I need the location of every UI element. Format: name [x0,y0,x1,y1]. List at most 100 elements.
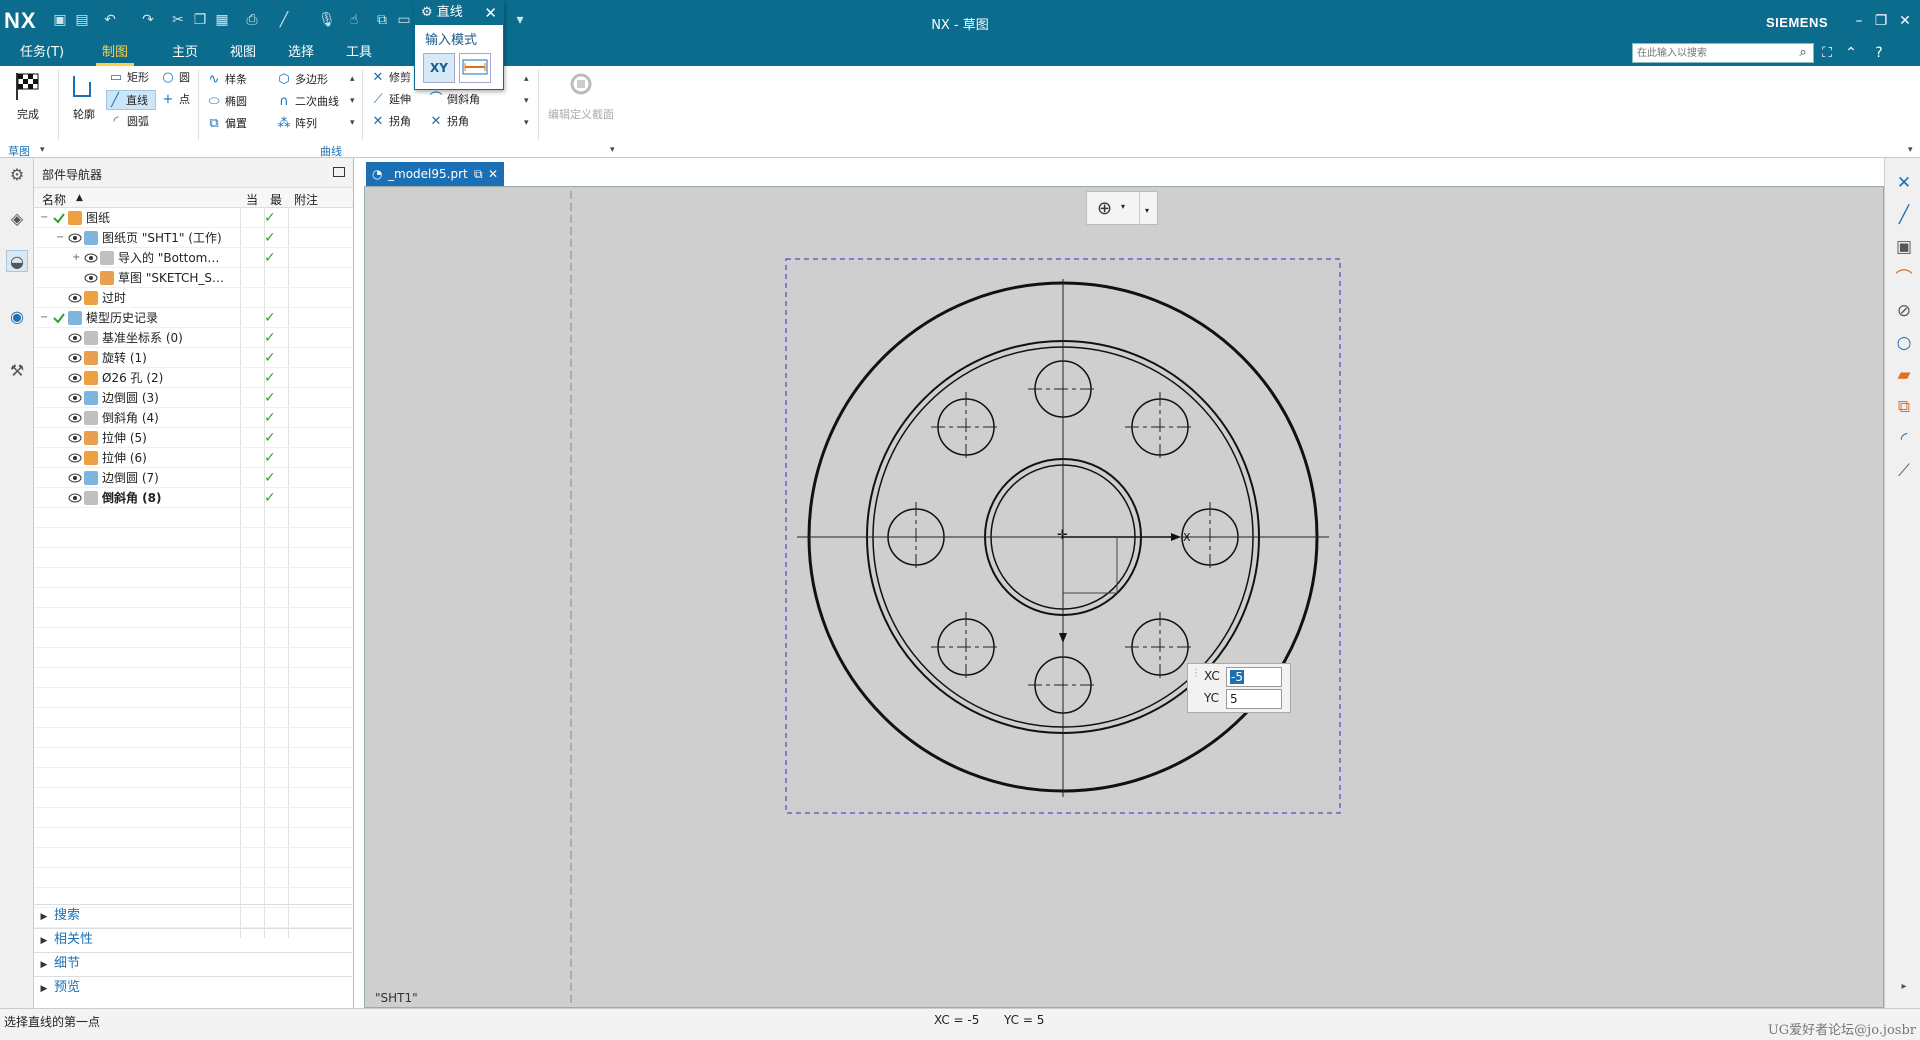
group-dropdown-icon[interactable]: ▾ [610,145,615,155]
tree-row[interactable]: 旋转 (1) ✓ [34,348,352,368]
dropdown-icon[interactable]: ▾ [1121,202,1125,211]
circle-button[interactable]: ○ 圆 [160,68,190,88]
extrude-icon[interactable]: ▰ [1893,364,1915,386]
scroll-up-icon[interactable]: ▴ [524,74,529,84]
tree-row[interactable]: 拉伸 (5) ✓ [34,428,352,448]
visibility-eye-icon[interactable] [68,411,82,425]
conic-button[interactable]: ∩ 二次曲线 [276,92,339,112]
part-navigator-icon[interactable]: ◒ [6,250,28,272]
close-window-icon[interactable]: ✕ [1896,12,1914,30]
navigator-section[interactable]: ▶ 相关性 [34,928,352,952]
visibility-eye-icon[interactable] [68,391,82,405]
collapse-icon[interactable]: − [40,208,48,228]
view-popup[interactable]: ⊕ ▾ ▾ [1086,191,1158,226]
column-current[interactable]: 当 [246,191,258,208]
expand-icon[interactable]: + [72,248,80,268]
navigator-section[interactable]: ▶ 搜索 [34,904,352,928]
check-icon[interactable] [52,211,66,225]
drawing-canvas[interactable]: X ✛ [365,187,1885,1009]
trim-icon[interactable]: ✕ [1893,172,1915,194]
gear-icon[interactable]: ⚙ [421,5,433,20]
visibility-eye-icon[interactable] [84,271,98,285]
column-latest[interactable]: 最 [270,191,282,208]
scroll-down-icon[interactable]: ▾ [350,96,355,106]
arc-button[interactable]: ◜ 圆弧 [108,112,149,132]
search-icon[interactable]: ⌕ [1793,43,1813,63]
scroll-up-icon[interactable]: ▴ [350,74,355,84]
document-tab[interactable]: ◔ _model95.prt ⧉ ✕ [366,162,504,186]
tree-row[interactable]: 过时 [34,288,352,308]
collapse-icon[interactable]: − [40,308,48,328]
offset-icon[interactable]: ⧉ [1893,396,1915,418]
column-comment[interactable]: 附注 [294,191,318,208]
group-dropdown-icon[interactable]: ▾ [40,145,45,155]
reuse-library-icon[interactable]: ⚒ [6,360,28,382]
minimize-icon[interactable]: – [1850,12,1868,30]
save-sketch-icon[interactable]: ▣ [1893,236,1915,258]
ellipse-button[interactable]: ⬭ 椭圆 [206,92,247,112]
visibility-eye-icon[interactable] [68,451,82,465]
rail-scroll-icon[interactable]: ▸ [1893,976,1915,998]
parameter-mode-button[interactable] [459,53,491,83]
line-dialog-header[interactable]: ⚙ 直线 ✕ [415,1,503,25]
tree-row[interactable]: 草图 "SKETCH_S… [34,268,352,288]
maximize-icon[interactable] [333,167,345,177]
ribbon-options-icon[interactable]: ▾ [1908,145,1913,155]
circle-icon[interactable]: ○ [1893,332,1915,354]
visibility-eye-icon[interactable] [84,251,98,265]
tab-view[interactable]: 视图 [224,44,262,66]
search-input[interactable] [1632,43,1814,63]
tree-row[interactable]: 倒斜角 (8) ✓ [34,488,352,508]
split-icon[interactable]: ⟋ [1893,460,1915,482]
visibility-eye-icon[interactable] [68,351,82,365]
spline-button[interactable]: ∿ 样条 [206,70,247,90]
chamfer-button[interactable]: ⌒ 倒斜角 [428,90,480,110]
tree-row[interactable]: − 模型历史记录 ✓ [34,308,352,328]
tree-row[interactable]: Ø26 孔 (2) ✓ [34,368,352,388]
profile-button[interactable]: 轮廓 [66,70,102,122]
point-button[interactable]: + 点 [160,90,190,110]
drag-handle-icon[interactable]: ⋮ [1191,668,1201,679]
dropdown-icon[interactable]: ▾ [1145,206,1149,215]
offset-button[interactable]: ⧉ 偏置 [206,114,247,134]
arc-icon[interactable]: ◜ [1893,428,1915,450]
xy-mode-button[interactable]: XY [423,53,455,83]
settings-gear-icon[interactable]: ⚙ [6,164,28,186]
gallery-more-icon[interactable]: ▾ [524,118,529,128]
xc-input[interactable]: -5 [1226,667,1282,687]
line-icon[interactable]: ╱ [1893,204,1915,226]
tangent-circle-icon[interactable]: ⊘ [1893,300,1915,322]
yc-input[interactable]: 5 [1226,689,1282,709]
visibility-eye-icon[interactable] [68,231,82,245]
graphics-window[interactable]: X ✛ ⊕ ▾ ▾ ⋮ XC -5 YC 5 "SHT1" [364,186,1884,1008]
gallery-more-icon[interactable]: ▾ [350,118,355,128]
float-tab-icon[interactable]: ⧉ [474,162,483,186]
scroll-down-icon[interactable]: ▾ [524,96,529,106]
extend-button[interactable]: ⟋ 延伸 [370,90,411,110]
navigator-section[interactable]: ▶ 细节 [34,952,352,976]
corner-button[interactable]: ✕ 拐角 [370,112,411,132]
tree-row[interactable]: 边倒圆 (3) ✓ [34,388,352,408]
tree-row[interactable]: 基准坐标系 (0) ✓ [34,328,352,348]
assembly-navigator-icon[interactable]: ◈ [6,208,28,230]
tree-row[interactable]: + 导入的 "Bottom… ✓ [34,248,352,268]
column-name[interactable]: 名称 [42,191,66,208]
fullscreen-icon[interactable]: ⛶ [1818,44,1836,62]
trim-button[interactable]: ✕ 修剪 [370,68,411,88]
finish-sketch-button[interactable]: 完成 [10,70,46,122]
sort-ascending-icon[interactable]: ▲ [76,193,83,203]
help-icon[interactable]: ? [1870,44,1888,62]
tab-drafting[interactable]: 制图 [96,44,135,66]
polygon-button[interactable]: ⬡ 多边形 [276,70,328,90]
tree-row[interactable]: − 图纸页 "SHT1" (工作) ✓ [34,228,352,248]
visibility-eye-icon[interactable] [68,471,82,485]
tree-row[interactable]: 边倒圆 (7) ✓ [34,468,352,488]
tab-tools[interactable]: 工具 [340,44,378,66]
visibility-eye-icon[interactable] [68,291,82,305]
tab-select[interactable]: 选择 [282,44,320,66]
restore-icon[interactable]: ❐ [1872,12,1890,30]
visibility-eye-icon[interactable] [68,331,82,345]
close-tab-icon[interactable]: ✕ [488,162,498,186]
tab-home[interactable]: 主页 [166,44,204,66]
edit-section-button[interactable]: 编辑定义截面 [546,70,616,122]
